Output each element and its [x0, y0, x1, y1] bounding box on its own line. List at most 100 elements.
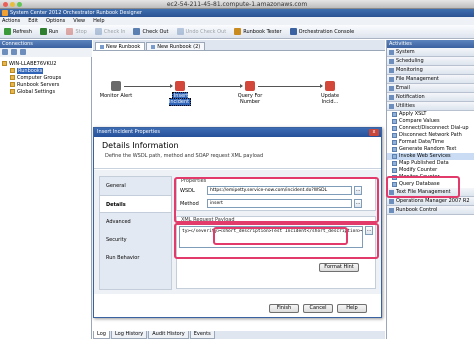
- category-icon: [389, 198, 394, 204]
- connections-header: Connections: [0, 40, 92, 48]
- zoom-window-icon[interactable]: [17, 2, 22, 7]
- tree-item-runbooks[interactable]: Runbooks: [2, 67, 90, 74]
- stop-button[interactable]: Stop: [64, 27, 88, 36]
- activity-item-apply-xslt[interactable]: Apply XSLT: [387, 111, 474, 118]
- toolbar-label: Stop: [75, 28, 87, 35]
- activity-item-connect-disconnect-dial-up[interactable]: Connect/Disconnect Dial-up: [387, 125, 474, 132]
- category-label: Monitoring: [396, 66, 423, 73]
- refresh-button[interactable]: Refresh: [2, 27, 34, 36]
- mac-title-bar: ec2-54-211-45-81.compute-1.amazonaws.com: [0, 0, 474, 9]
- tab-runbook-2[interactable]: New Runbook (2): [146, 42, 206, 50]
- category-icon: [389, 49, 394, 55]
- tab-log[interactable]: Log: [93, 331, 110, 339]
- dialog-heading: Details Information: [102, 141, 179, 150]
- activity-icon: [392, 140, 397, 145]
- connections-tree: WIN-LLABE76VKU2 Runbooks Computer Groups Ru…: [2, 60, 90, 95]
- format-hint-button[interactable]: Format Hint: [319, 263, 359, 272]
- category-label: System: [396, 48, 415, 55]
- activity-item-generate-random-text[interactable]: Generate Random Text: [387, 146, 474, 153]
- tab-label: New Runbook: [106, 43, 141, 50]
- category-utilities[interactable]: Utilities: [387, 102, 474, 111]
- dialog-nav-run-behavior[interactable]: Run Behavior: [100, 249, 171, 267]
- minimize-window-icon[interactable]: [10, 2, 15, 7]
- check-out-icon: [133, 28, 141, 35]
- tree-item-runbook-servers[interactable]: Runbook Servers: [2, 81, 90, 88]
- runbook-tester-button[interactable]: Runbook Tester: [232, 27, 283, 36]
- tab-events[interactable]: Events: [189, 331, 215, 339]
- toolbar-label: Check Out: [142, 28, 169, 35]
- activity-icon: [392, 133, 397, 138]
- tab-label: New Runbook (2): [157, 43, 201, 50]
- new-folder-icon[interactable]: [2, 49, 8, 55]
- new-runbook-icon[interactable]: [11, 49, 17, 55]
- activity-item-invoke-web-services[interactable]: Invoke Web Services: [387, 153, 474, 160]
- menu-help[interactable]: Help: [93, 17, 104, 25]
- orchestrator-logo-icon: [2, 10, 8, 16]
- activity-item-map-published-data[interactable]: Map Published Data: [387, 160, 474, 167]
- activity-item-label: Format Date/Time: [399, 139, 445, 145]
- activity-item-compare-values[interactable]: Compare Values: [387, 118, 474, 125]
- tree-item-win-llabe76vku2[interactable]: WIN-LLABE76VKU2: [2, 60, 90, 67]
- refresh-icon: [4, 28, 11, 35]
- activity-item-modify-counter[interactable]: Modify Counter: [387, 167, 474, 174]
- menu-edit[interactable]: Edit: [28, 17, 38, 25]
- dialog-header: Details Information Define the WSDL path…: [94, 137, 381, 169]
- undo-check-out-button[interactable]: Undo Check Out: [175, 27, 229, 36]
- check-out-button[interactable]: Check Out: [131, 27, 170, 36]
- help-button[interactable]: Help: [337, 304, 367, 313]
- dialog-nav-details[interactable]: Details: [100, 195, 171, 213]
- activity-label: Update Incid...: [320, 93, 340, 105]
- stop-icon: [66, 28, 74, 35]
- menu-options[interactable]: Options: [46, 17, 65, 25]
- dialog-close-button[interactable]: x: [369, 129, 379, 136]
- cancel-button[interactable]: Cancel: [303, 304, 333, 313]
- activity-label: Insert Incident: [168, 92, 192, 106]
- tree-item-global-settings[interactable]: Global Settings: [2, 88, 90, 95]
- category-icon: [389, 67, 394, 73]
- dialog-nav-advanced[interactable]: Advanced: [100, 213, 171, 231]
- activity-item-format-date-time[interactable]: Format Date/Time: [387, 139, 474, 146]
- dialog-nav-general[interactable]: General: [100, 177, 171, 195]
- menu-bar: Actions Edit Options View Help: [0, 17, 474, 25]
- activity-insert-incident[interactable]: Insert Incident: [163, 81, 197, 106]
- activity-monitor-alert[interactable]: Monitor Alert: [99, 81, 133, 99]
- toolbar-label: Runbook Tester: [243, 28, 282, 35]
- orchestration-console-button[interactable]: Orchestration Console: [288, 27, 357, 36]
- menu-actions[interactable]: Actions: [2, 17, 20, 25]
- tree-item-computer-groups[interactable]: Computer Groups: [2, 74, 90, 81]
- activity-icon: [392, 168, 397, 173]
- menu-view[interactable]: View: [73, 17, 85, 25]
- check-in-icon: [94, 28, 102, 35]
- category-icon: [389, 76, 394, 82]
- category-runbook-control[interactable]: Runbook Control: [387, 206, 474, 215]
- toolbar-label: Orchestration Console: [298, 28, 355, 35]
- toolbar-label: Undo Check Out: [185, 28, 227, 35]
- category-label: Email: [396, 84, 410, 91]
- check-in-button[interactable]: Check In: [93, 27, 128, 36]
- toolbar-label: Check In: [103, 28, 126, 35]
- finish-button[interactable]: Finish: [269, 304, 299, 313]
- activity-query-for-number[interactable]: Query For Number: [233, 81, 267, 105]
- delete-icon[interactable]: [20, 49, 26, 55]
- tab-audit-history[interactable]: Audit History: [148, 331, 189, 339]
- tab-runbook-1[interactable]: New Runbook: [95, 42, 146, 50]
- activity-update-incid[interactable]: Update Incid...: [313, 81, 347, 105]
- connections-pane: Connections WIN-LLABE76VKU2 Runbooks Compu…: [0, 40, 92, 339]
- app-title-bar: System Center 2012 Orchestrator Runbook …: [0, 9, 474, 17]
- activity-item-disconnect-network-path[interactable]: Disconnect Network Path: [387, 132, 474, 139]
- tab-log-history[interactable]: Log History: [110, 331, 148, 339]
- dialog-nav-security[interactable]: Security: [100, 231, 171, 249]
- activity-item-label: Modify Counter: [399, 167, 438, 173]
- activity-icon: [325, 81, 335, 91]
- console-icon: [289, 28, 297, 35]
- folder-icon: [2, 61, 7, 66]
- tree-item-label: Computer Groups: [17, 74, 62, 81]
- activity-label: Monitor Alert: [99, 93, 133, 99]
- activity-icon: [392, 119, 397, 124]
- log-tabs: Log Log History Audit History Events: [93, 331, 385, 339]
- close-window-icon[interactable]: [3, 2, 8, 7]
- runbook-tester-icon: [234, 28, 242, 35]
- short-description-highlight-box: [213, 227, 348, 245]
- run-button[interactable]: Run: [38, 27, 61, 36]
- activity-icon: [245, 81, 255, 91]
